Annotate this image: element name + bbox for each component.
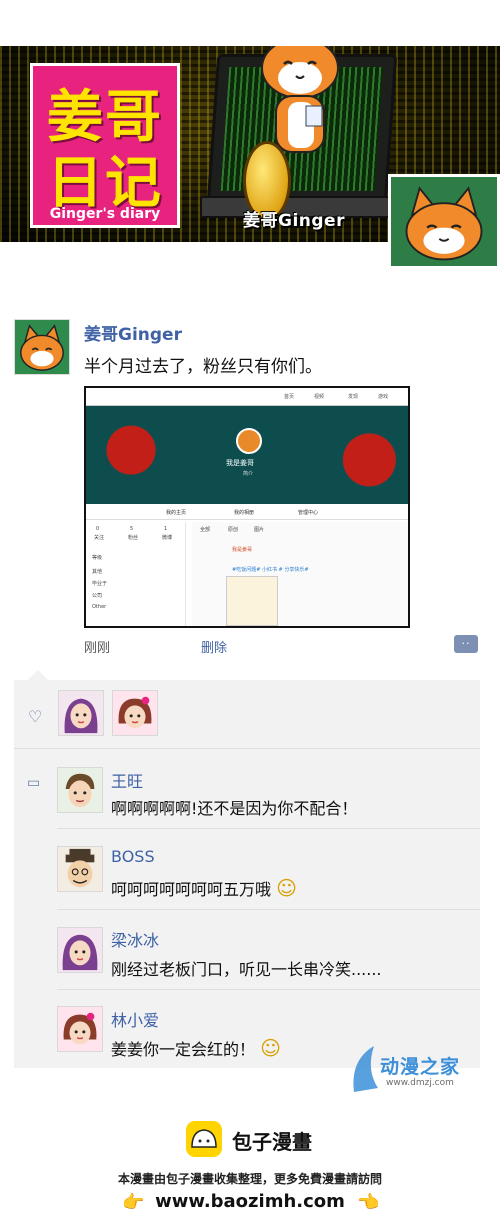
footer-note: 本漫畫由包子漫畫收集整理，更多免費漫畫請訪問 (117, 1172, 382, 1186)
comment-divider (57, 828, 480, 829)
banner-name-label: 姜哥Ginger (243, 211, 345, 231)
diary-logo: 姜哥 日记 Ginger's diary (30, 63, 180, 228)
screenshot-feed: 全部 原创 图片 我是姜哥 #吃饭问题# 小红书 # 分享快乐# (192, 522, 408, 626)
likes-divider (14, 748, 480, 749)
screenshot-left-column: 0 关注 5 粉丝 1 微博 等级 其他 毕业于 公司 Other (86, 522, 186, 626)
footer-url-link[interactable]: www.baozimh.com (0, 1191, 500, 1212)
baozi-logo-icon (186, 1121, 222, 1157)
commenter-avatar[interactable] (57, 927, 103, 973)
comment-text: 姜姜你一定会红的！ ☺ (111, 1036, 281, 1060)
screenshot-tabs: 我的主页 我的相册 管理中心 (86, 504, 408, 520)
screenshot-cover (86, 406, 408, 504)
screenshot-profile-sub: 简介 (243, 471, 254, 477)
watermark-url: www.dmzj.com (386, 1078, 454, 1088)
liker-avatar[interactable] (58, 690, 104, 736)
comment-action-button[interactable]: ·· (454, 635, 478, 653)
screenshot-navbar: 首页 视频 发现 游戏 (86, 388, 408, 406)
commenter-avatar[interactable] (57, 767, 103, 813)
comment-divider (57, 989, 480, 990)
commenter-name[interactable]: 梁冰冰 (111, 927, 159, 951)
comment-icon: ▭ (27, 775, 41, 791)
cry-emoji-icon: ☺ (260, 1036, 281, 1060)
smile-emoji-icon: ☺ (276, 876, 297, 900)
post-image[interactable]: 首页 视频 发现 游戏 我是姜哥 简介 我的主页 我的相册 管理中心 0 关注 … (84, 386, 410, 628)
comment-text: 呵呵呵呵呵呵呵五万哦 ☺ (111, 876, 297, 900)
commenter-avatar[interactable] (57, 1006, 103, 1052)
comment-text: 啊啊啊啊啊!还不是因为你不配合！ (111, 799, 358, 818)
commenter-name[interactable]: 王旺 (111, 768, 143, 792)
baozi-brand: 包子漫畫 (232, 1130, 312, 1154)
delete-link[interactable]: 删除 (201, 637, 227, 656)
heart-icon: ♡ (28, 707, 43, 726)
pointing-hand-icon: 👉 (358, 1192, 381, 1213)
comment-text: 刚经过老板门口，听见一长串冷笑...... (111, 960, 382, 979)
commenter-name[interactable]: 林小爱 (111, 1007, 159, 1031)
screenshot-avatar (236, 428, 262, 454)
post-timestamp: 刚刚 (84, 641, 111, 656)
post-author-avatar[interactable] (14, 319, 70, 375)
commenter-avatar[interactable] (57, 846, 103, 892)
profile-avatar-large[interactable] (388, 174, 500, 269)
post-author-name[interactable]: 姜哥Ginger (84, 320, 182, 345)
screenshot-profile-name: 我是姜哥 (226, 459, 254, 467)
cat-mascot-illustration (261, 46, 339, 153)
commenter-name[interactable]: BOSS (111, 847, 155, 866)
watermark-text: 动漫之家 (380, 1056, 461, 1078)
liker-avatar[interactable] (112, 690, 158, 736)
post-text: 半个月过去了，粉丝只有你们。 (84, 357, 322, 377)
logo-subtitle: Ginger's diary (49, 206, 161, 222)
comment-divider (57, 909, 480, 910)
